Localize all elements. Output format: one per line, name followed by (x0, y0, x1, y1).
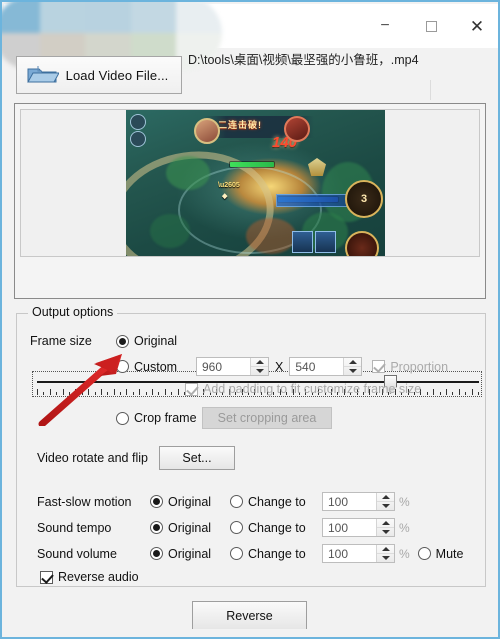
set-cropping-area-button[interactable]: Set cropping area (202, 407, 332, 429)
sound-tempo-value-spinner[interactable]: 100 (322, 518, 395, 537)
frame-height-value: 540 (295, 359, 316, 374)
maximize-icon (425, 20, 437, 32)
fast-slow-change-radio[interactable] (230, 495, 243, 508)
video-rotate-label: Video rotate and flip (37, 451, 148, 465)
frame-size-original-radio[interactable] (116, 334, 129, 348)
status-bar (4, 629, 498, 635)
app-window: − ✕ Load Video File... D:\tools\桌面\视频\最坚… (0, 0, 500, 639)
sound-volume-down-button[interactable] (377, 554, 394, 562)
fast-slow-original-label: Original (168, 494, 212, 509)
maximize-button[interactable] (408, 4, 454, 48)
video-rotate-row: Video rotate and flip Set... (37, 446, 235, 470)
sound-volume-up-button[interactable] (377, 545, 394, 554)
sound-tempo-unit: % (399, 520, 410, 535)
frame-width-down-button[interactable] (251, 367, 268, 375)
frame-height-up-button[interactable] (344, 358, 362, 367)
video-preview-panel: 二连击破! 140 \u2605 ◆ 3 (14, 103, 486, 397)
fast-slow-original-radio[interactable] (150, 495, 163, 508)
frame-size-custom-label: Custom (134, 359, 178, 374)
sound-tempo-change-radio[interactable] (230, 521, 243, 534)
frame-size-label: Frame size (30, 334, 92, 348)
sound-volume-unit: % (399, 546, 410, 561)
window-controls: − ✕ (362, 4, 498, 48)
frame-width-value: 960 (202, 359, 223, 374)
frame-size-custom-radio[interactable] (116, 360, 129, 373)
fast-slow-motion-label: Fast-slow motion (37, 494, 132, 509)
frame-height-spinner[interactable]: 540 (289, 357, 363, 376)
sound-volume-row: Sound volume Original Change to 100 % Mu… (37, 544, 463, 563)
add-padding-label: Add padding to fit customize frame size (203, 382, 422, 396)
minimize-icon: − (380, 17, 390, 34)
sound-volume-original-radio[interactable] (150, 547, 163, 560)
sound-tempo-row: Sound tempo Original Change to 100 % (37, 518, 410, 537)
reverse-audio-checkbox[interactable] (40, 570, 53, 584)
minimize-button[interactable]: − (362, 4, 408, 48)
add-padding-row: Add padding to fit customize frame size (185, 382, 421, 396)
mute-label: Mute (435, 546, 464, 561)
sound-tempo-original-label: Original (168, 520, 212, 535)
folder-icon (25, 62, 59, 88)
close-button[interactable]: ✕ (454, 4, 498, 48)
reverse-button-label: Reverse (226, 608, 273, 623)
fast-slow-down-button[interactable] (377, 502, 394, 510)
load-video-file-button[interactable]: Load Video File... (16, 56, 182, 94)
thumb-avatar (130, 114, 146, 130)
fast-slow-change-label: Change to (248, 494, 306, 509)
sound-tempo-value: 100 (328, 520, 349, 535)
frame-height-down-button[interactable] (344, 367, 361, 375)
frame-size-original-label: Original (134, 334, 178, 348)
thumb-avatar (194, 118, 220, 144)
video-thumbnail: 二连击破! 140 \u2605 ◆ 3 (126, 110, 385, 256)
fast-slow-value-spinner[interactable]: 100 (322, 492, 395, 511)
sound-volume-change-label: Change to (248, 546, 306, 561)
crop-frame-label: Crop frame (134, 411, 197, 425)
dimension-separator: X (275, 359, 284, 374)
sound-volume-change-radio[interactable] (230, 547, 243, 560)
fast-slow-value: 100 (328, 494, 349, 509)
sound-volume-value: 100 (328, 546, 349, 561)
mute-radio[interactable] (417, 547, 431, 560)
load-video-file-label: Load Video File... (65, 67, 169, 83)
frame-size-row: Frame size Original (30, 334, 177, 348)
proportion-label: Proportion (390, 359, 449, 374)
reverse-audio-label: Reverse audio (58, 570, 139, 584)
thumb-avatar (130, 131, 146, 147)
thumb-avatar (284, 116, 310, 142)
crop-frame-row: Crop frame Set cropping area (116, 407, 332, 429)
proportion-checkbox[interactable] (372, 360, 386, 373)
thumb-minimap-count: 3 (345, 180, 383, 218)
video-preview-canvas[interactable]: 二连击破! 140 \u2605 ◆ 3 (20, 109, 480, 257)
sound-volume-value-spinner[interactable]: 100 (322, 544, 395, 563)
set-cropping-area-label: Set cropping area (217, 411, 317, 425)
thumb-item-slots (292, 231, 336, 253)
reverse-audio-row: Reverse audio (40, 570, 139, 584)
sound-tempo-original-radio[interactable] (150, 521, 163, 534)
sound-tempo-down-button[interactable] (377, 528, 394, 536)
rotate-set-button[interactable]: Set... (159, 446, 235, 470)
frame-width-spinner[interactable]: 960 (196, 357, 269, 376)
close-icon: ✕ (469, 16, 485, 36)
sound-volume-label: Sound volume (37, 546, 117, 561)
fast-slow-up-button[interactable] (377, 493, 394, 502)
crop-frame-radio[interactable] (116, 411, 129, 425)
divider (430, 80, 431, 100)
thumb-minimap (345, 231, 379, 256)
frame-width-up-button[interactable] (251, 358, 268, 367)
reverse-button[interactable]: Reverse (192, 601, 307, 630)
sound-tempo-up-button[interactable] (377, 519, 394, 528)
fast-slow-motion-row: Fast-slow motion Original Change to 100 … (37, 492, 410, 511)
sound-tempo-label: Sound tempo (37, 520, 112, 535)
file-path-text: D:\tools\桌面\视频\最坚强的小鲁班，.mp4 (188, 53, 419, 67)
add-padding-checkbox[interactable] (185, 382, 198, 396)
sound-tempo-change-label: Change to (248, 520, 306, 535)
thumbnail-caption: 二连击破! (218, 120, 262, 130)
sound-volume-original-label: Original (168, 546, 212, 561)
fast-slow-unit: % (399, 494, 410, 509)
rotate-set-label: Set... (182, 451, 212, 465)
frame-size-custom-row: Custom 960 X 540 Proportion (116, 357, 448, 376)
output-options-label: Output options (28, 305, 118, 319)
